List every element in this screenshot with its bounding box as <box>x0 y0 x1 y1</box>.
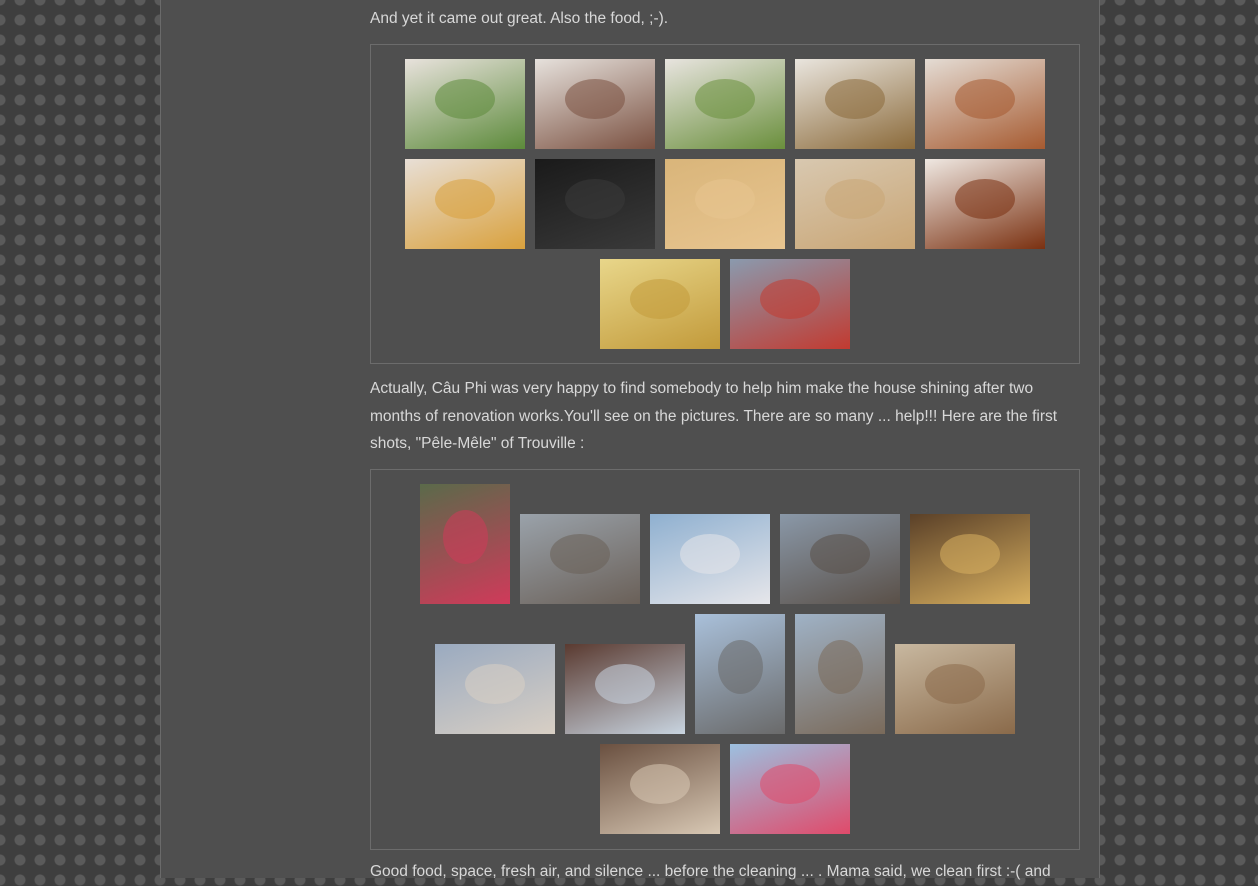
food-photo-thumbnail[interactable] <box>925 159 1045 249</box>
town-photo-thumbnail[interactable] <box>435 644 555 734</box>
food-photo-thumbnail[interactable] <box>600 259 720 349</box>
post-paragraph-cleaning: Good food, space, fresh air, and silence… <box>370 863 1051 880</box>
trouville-gallery <box>370 469 1080 850</box>
town-photo-thumbnail[interactable] <box>520 514 640 604</box>
town-photo-thumbnail[interactable] <box>565 644 685 734</box>
food-photo-thumbnail[interactable] <box>665 159 785 249</box>
food-photo-thumbnail[interactable] <box>405 59 525 149</box>
town-photo-thumbnail[interactable] <box>695 614 785 734</box>
town-photo-thumbnail[interactable] <box>910 514 1030 604</box>
food-photo-thumbnail[interactable] <box>405 159 525 249</box>
food-photo-thumbnail[interactable] <box>665 59 785 149</box>
food-photo-thumbnail[interactable] <box>730 259 850 349</box>
food-gallery <box>370 44 1080 364</box>
town-photo-thumbnail[interactable] <box>650 514 770 604</box>
town-photo-thumbnail[interactable] <box>730 744 850 834</box>
town-photo-thumbnail[interactable] <box>420 484 510 604</box>
post-paragraph-food-intro: And yet it came out great. Also the food… <box>370 10 669 27</box>
food-photo-thumbnail[interactable] <box>795 159 915 249</box>
town-photo-thumbnail[interactable] <box>795 614 885 734</box>
food-photo-thumbnail[interactable] <box>795 59 915 149</box>
town-photo-thumbnail[interactable] <box>780 514 900 604</box>
food-photo-thumbnail[interactable] <box>925 59 1045 149</box>
post-paragraph-trouville-intro: Actually, Câu Phi was very happy to find… <box>370 380 1058 452</box>
food-photo-thumbnail[interactable] <box>535 159 655 249</box>
food-photo-thumbnail[interactable] <box>535 59 655 149</box>
town-photo-thumbnail[interactable] <box>600 744 720 834</box>
town-photo-thumbnail[interactable] <box>895 644 1015 734</box>
